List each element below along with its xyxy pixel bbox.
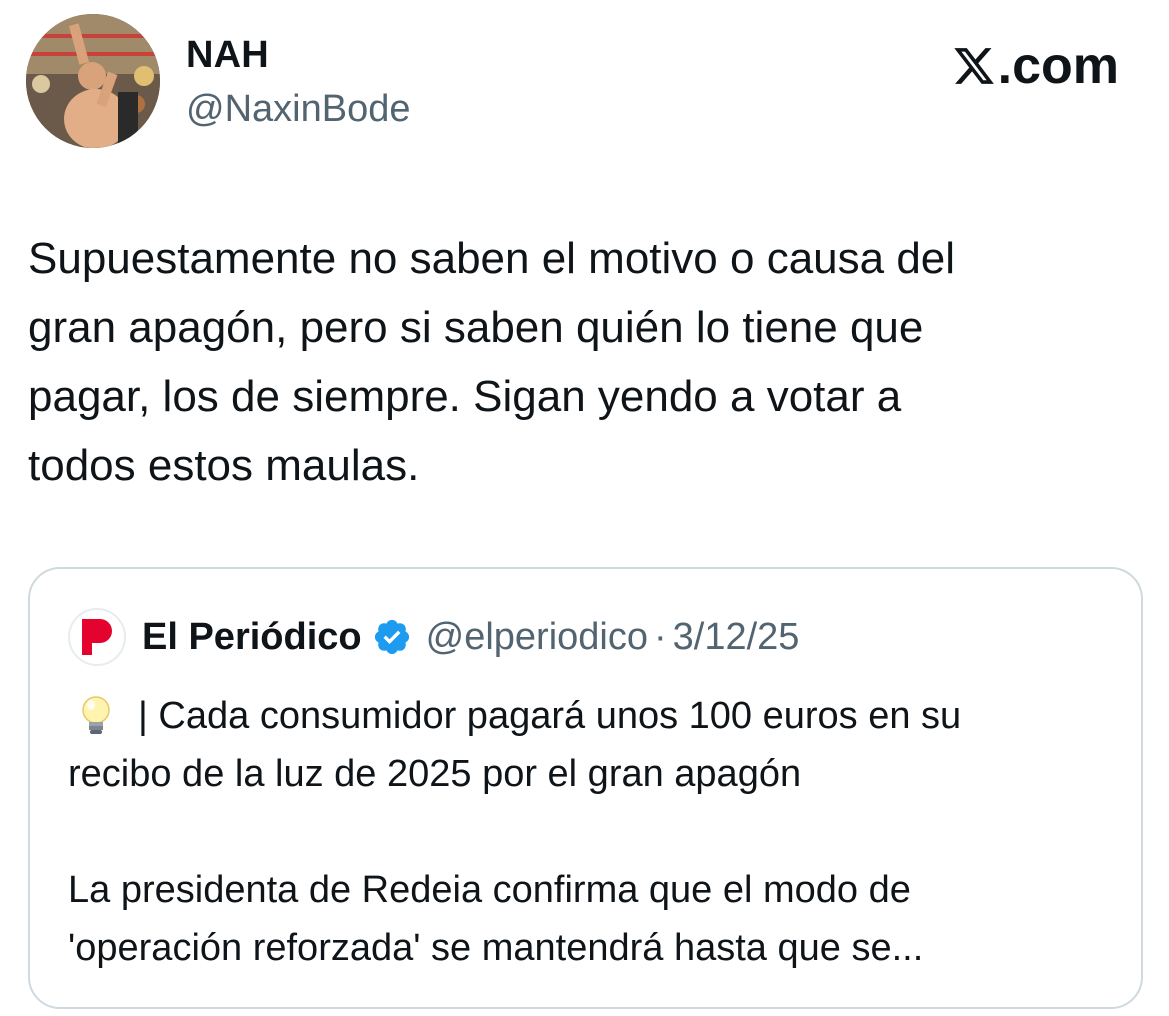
quoted-tweet-body: | Cada consumidor pagará unos 100 euros …	[68, 687, 1128, 977]
quoted-line-1: | Cada consumidor pagará unos 100 euros …	[68, 687, 1128, 745]
dot-separator: ·	[653, 615, 667, 658]
light-bulb-icon	[82, 696, 110, 734]
tweet-screenshot: NAH @NaxinBode .com Supuestamente no sab…	[0, 0, 1169, 1016]
quoted-tweet-card[interactable]: El Periódico @elperiodico · 3/12/25 | Ca…	[28, 567, 1143, 1009]
quoted-author-name[interactable]: El Periódico	[142, 616, 362, 659]
author-name[interactable]: NAH	[186, 34, 269, 77]
quoted-tweet-date[interactable]: 3/12/25	[673, 616, 800, 659]
quoted-text-paragraph-2: La presidenta de Redeia confirma que el …	[68, 869, 924, 969]
periodico-p-icon	[82, 619, 112, 655]
quoted-text-line-2: recibo de la luz de 2025 por el gran apa…	[68, 753, 802, 795]
el-periodico-logo-icon[interactable]	[68, 608, 126, 666]
author-avatar[interactable]	[26, 14, 160, 148]
brand-label: .com	[997, 37, 1119, 95]
author-handle[interactable]: @NaxinBode	[186, 88, 410, 131]
quoted-author-handle[interactable]: @elperiodico	[426, 616, 648, 659]
avatar-image	[26, 14, 160, 148]
quoted-text-line-1: | Cada consumidor pagará unos 100 euros …	[138, 695, 962, 737]
verified-badge-icon	[374, 619, 409, 655]
quoted-tweet-header: El Periódico @elperiodico · 3/12/25	[68, 607, 799, 667]
x-logo-icon	[953, 48, 994, 84]
tweet-text: Supuestamente no saben el motivo o causa…	[28, 234, 956, 490]
x-com-watermark: .com	[952, 36, 1119, 96]
